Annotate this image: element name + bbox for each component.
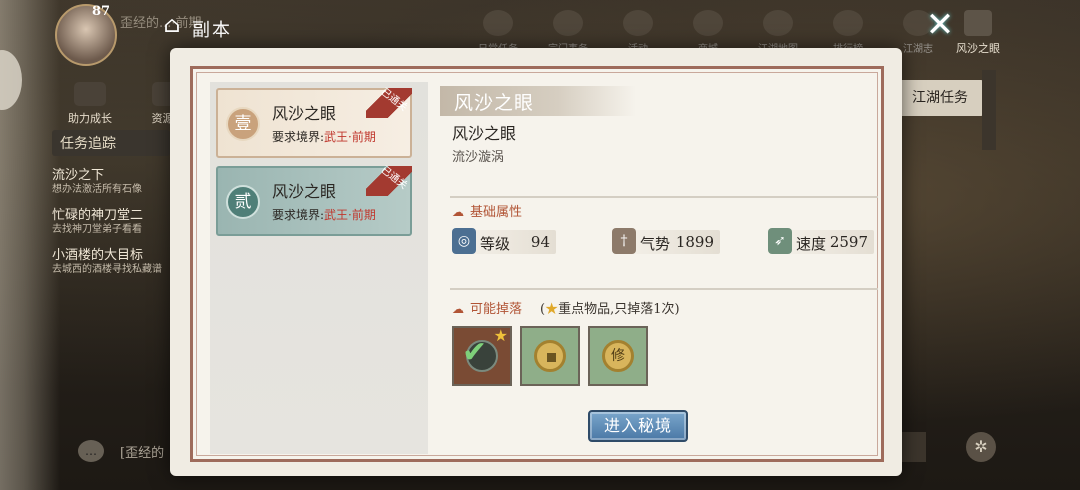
gift-icon [74,82,106,106]
check-icon: ✔ [462,335,488,370]
boot-icon: ➶ [768,228,792,254]
quest-tracker-header[interactable]: 任务追踪 [52,130,170,156]
tab-icon [693,10,723,36]
enter-dungeon-button[interactable]: 进入秘境 [588,410,688,442]
cleared-ribbon: 已通关 [366,165,412,196]
divider [450,196,878,198]
dungeon-icon: ⌂ [163,13,181,38]
bag-button[interactable] [900,432,926,462]
menu-icon[interactable]: ✲ [966,432,996,462]
key-item-star-icon: ★ [493,326,508,345]
cloud-icon: ☁ [452,205,464,219]
tab-icon [553,10,583,36]
player-level: 87 [92,4,111,19]
tab-icon [623,10,653,36]
tab-icon [483,10,513,36]
drop-item-3[interactable]: 修 [588,326,648,386]
tab-icon [763,10,793,36]
quest-item[interactable]: 小酒楼的大目标 去城西的酒楼寻找私藏谱 [52,244,182,276]
stat-speed: ➶ 速度 2597 [768,228,874,254]
drop-item-2[interactable] [520,326,580,386]
quest-item[interactable]: 忙碌的神刀堂二 去找神刀堂弟子看看 [52,204,182,236]
chat-preview: [歪经的 [120,445,165,461]
stage-list: 壹 风沙之眼 要求境界:武王·前期 已通关 贰 风沙之眼 要求境界:武王·前期 … [210,82,428,454]
page-title: 副本 [192,20,232,41]
stage-detail-name: 风沙之眼 [452,124,517,143]
quest-tracker: 任务追踪 流沙之下 想办法激活所有石像 忙碌的神刀堂二 去找神刀堂弟子看看 小酒… [52,130,182,276]
scroll-icon [964,10,992,36]
stage-requirement: 要求境界:武王·前期 [272,130,376,144]
dungeon-dialog: 壹 风沙之眼 要求境界:武王·前期 已通关 贰 风沙之眼 要求境界:武王·前期 … [170,48,902,476]
quest-item[interactable]: 流沙之下 想办法激活所有石像 [52,164,182,196]
stage-number-badge: 壹 [226,107,260,141]
stage-name: 风沙之眼 [272,182,337,201]
divider [450,288,878,290]
stat-momentum: † 气势 1899 [612,228,720,254]
close-button[interactable]: ✕ [920,6,960,44]
tab-icon [833,10,863,36]
swirl-icon: ◎ [452,228,476,254]
cultivation-coin-icon: 修 [602,340,634,372]
stage-name: 风沙之眼 [272,104,337,123]
cleared-ribbon: 已通关 [366,87,412,118]
drop-item-1[interactable]: ✔ ★ [452,326,512,386]
scroll-decoration [982,70,996,150]
stage-number-badge: 贰 [226,185,260,219]
coin-icon [534,340,566,372]
sword-icon: † [612,228,636,254]
growth-button[interactable]: 助力成长 [60,82,120,126]
stage-detail-subtitle: 流沙漩涡 [452,150,505,165]
stat-level: ◎ 等级 94 [452,228,556,254]
star-icon: ★ [545,302,559,317]
stage-requirement: 要求境界:武王·前期 [272,208,376,222]
chat-bubble-icon[interactable]: … [78,440,104,462]
base-attributes-label: ☁ 基础属性 [452,205,523,220]
stage-card-1[interactable]: 壹 风沙之眼 要求境界:武王·前期 已通关 [216,87,412,158]
stage-card-2[interactable]: 贰 风沙之眼 要求境界:武王·前期 已通关 [216,165,412,236]
jianghu-task-button[interactable]: 江湖任务 [896,80,984,116]
chat-bar[interactable]: … [歪经的 [78,440,164,462]
cloud-icon: ☁ [452,302,464,316]
drop-note: (★重点物品,只掉落1次) [540,302,680,317]
detail-banner-title: 风沙之眼 [454,92,535,114]
possible-drops-label: ☁ 可能掉落 [452,302,523,317]
